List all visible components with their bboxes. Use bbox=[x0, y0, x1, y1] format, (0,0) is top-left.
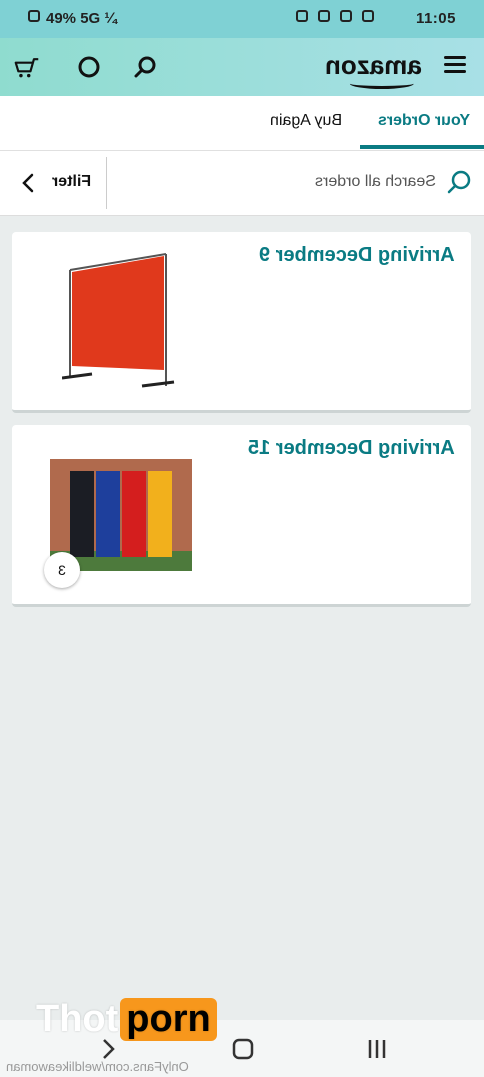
tab-buy-again[interactable]: Buy Again bbox=[270, 112, 342, 130]
divider bbox=[106, 157, 107, 209]
filter-button[interactable]: Filter bbox=[52, 173, 91, 191]
watermark-brand-b: porn bbox=[120, 998, 217, 1041]
snapchat-icon bbox=[362, 10, 374, 22]
instagram-icon bbox=[340, 10, 352, 22]
chat-icon bbox=[318, 10, 330, 22]
status-notification-icons bbox=[296, 10, 374, 22]
cart-icon[interactable] bbox=[14, 54, 40, 80]
account-icon[interactable] bbox=[76, 54, 102, 80]
order-card[interactable]: Arriving December 15 3 bbox=[12, 425, 471, 607]
watermark-brand-a: Thot bbox=[36, 998, 119, 1040]
menu-icon[interactable] bbox=[444, 56, 466, 74]
watermark-url: OnlyFans.com/weldlikeawoman bbox=[6, 1059, 189, 1074]
orders-tabs: Your Orders Buy Again bbox=[0, 96, 484, 151]
order-card[interactable]: Arriving December 9 bbox=[12, 232, 471, 413]
search-filter-row: Search all orders Filter bbox=[0, 151, 484, 216]
logo-text: amazon bbox=[325, 50, 422, 80]
amazon-logo[interactable]: amazon bbox=[325, 50, 422, 89]
status-bar: 49% 5G ¼ 11:05 bbox=[0, 0, 484, 38]
recent-apps-icon[interactable] bbox=[362, 1034, 392, 1064]
status-left: 49% 5G ¼ bbox=[28, 10, 117, 27]
magnifier-icon bbox=[447, 170, 471, 194]
status-time: 11:05 bbox=[415, 10, 456, 27]
status-left-text: 49% 5G ¼ bbox=[46, 10, 117, 27]
order-title: Arriving December 15 bbox=[248, 437, 455, 459]
search-orders-input[interactable]: Search all orders bbox=[315, 173, 436, 191]
item-count-badge: 3 bbox=[44, 552, 80, 588]
search-icon[interactable] bbox=[132, 54, 158, 80]
watermark-logo: Thot porn bbox=[36, 998, 217, 1041]
tab-your-orders[interactable]: Your Orders bbox=[378, 112, 470, 130]
app-header: amazon bbox=[0, 38, 484, 96]
product-image-red-curtain bbox=[62, 253, 175, 388]
home-icon[interactable] bbox=[228, 1034, 258, 1064]
chevron-left-icon[interactable] bbox=[18, 171, 38, 195]
order-title: Arriving December 9 bbox=[259, 244, 455, 266]
active-tab-indicator bbox=[360, 145, 484, 149]
lock-icon bbox=[296, 10, 308, 22]
battery-icon bbox=[28, 10, 40, 22]
